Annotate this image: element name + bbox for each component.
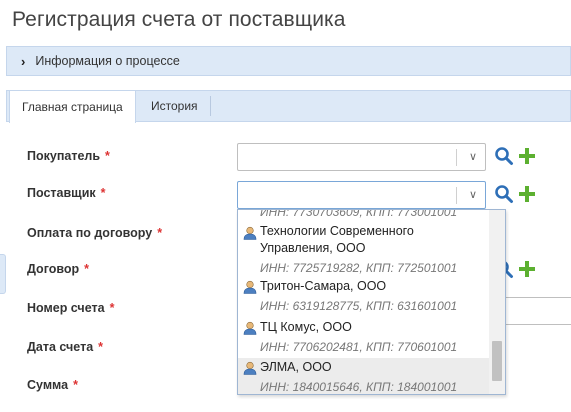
- supplier-label: Поставщик *: [27, 186, 106, 200]
- dropdown-scrollbar[interactable]: [489, 210, 505, 394]
- list-item-name: ТЦ Комус, ООО: [260, 320, 352, 334]
- list-item-details: ИНН: 7706202481, КПП: 770601001: [260, 340, 458, 354]
- list-item-details: ИНН: 1840015646, КПП: 184001001: [260, 380, 458, 394]
- user-icon: [243, 361, 257, 375]
- user-icon: [243, 226, 257, 240]
- contract-label: Договор *: [27, 262, 90, 276]
- plus-icon[interactable]: [517, 259, 537, 279]
- list-item-details: ИНН: 7725719282, КПП: 772501001: [260, 261, 458, 275]
- plus-icon[interactable]: [517, 146, 537, 166]
- user-icon: [243, 280, 257, 294]
- list-item-name: Технологии Современного: [260, 224, 414, 238]
- list-item[interactable]: Технологии Современного Управления, ООО …: [238, 222, 490, 282]
- side-panel-handle[interactable]: [0, 254, 6, 294]
- chevron-down-icon[interactable]: ∨: [469, 150, 477, 163]
- list-item-name: ЭЛМА, ООО: [260, 360, 332, 374]
- scrollbar-thumb[interactable]: [492, 341, 502, 381]
- chevron-down-icon[interactable]: ∨: [469, 188, 477, 201]
- process-info-label: Информация о процессе: [35, 54, 180, 68]
- supplier-dropdown-list[interactable]: ИНН: 7730703609, КПП: 773001001 Технолог…: [237, 209, 506, 395]
- list-item[interactable]: Тритон-Самара, ООО ИНН: 6319128775, КПП:…: [238, 276, 490, 316]
- list-item-details: ИНН: 7730703609, КПП: 773001001: [260, 209, 458, 219]
- tab-history[interactable]: История: [139, 96, 211, 116]
- tab-main[interactable]: Главная страница: [9, 91, 136, 123]
- list-item-name-cont: Управления, ООО: [260, 241, 366, 255]
- search-icon[interactable]: [494, 184, 514, 204]
- tab-strip: Главная страница История: [6, 90, 571, 123]
- chevron-right-icon: ›: [21, 53, 26, 69]
- contract-payment-label: Оплата по договору *: [27, 226, 163, 240]
- invoice-number-label: Номер счета *: [27, 301, 115, 315]
- amount-label: Сумма *: [27, 378, 78, 392]
- buyer-label: Покупатель *: [27, 149, 110, 163]
- supplier-select[interactable]: ∨: [237, 181, 486, 209]
- user-icon: [243, 321, 257, 335]
- page-title: Регистрация счета от поставщика: [12, 8, 346, 31]
- search-icon[interactable]: [494, 146, 514, 166]
- list-item-name: Тритон-Самара, ООО: [260, 279, 387, 293]
- list-item-details: ИНН: 6319128775, КПП: 631601001: [260, 299, 458, 313]
- list-item[interactable]: ТЦ Комус, ООО ИНН: 7706202481, КПП: 7706…: [238, 317, 490, 357]
- process-info-bar[interactable]: › Информация о процессе: [6, 46, 571, 76]
- plus-icon[interactable]: [517, 184, 537, 204]
- list-item-selected[interactable]: ЭЛМА, ООО ИНН: 1840015646, КПП: 18400100…: [238, 358, 490, 394]
- buyer-select[interactable]: ∨: [237, 143, 486, 171]
- invoice-date-label: Дата счета *: [27, 340, 104, 354]
